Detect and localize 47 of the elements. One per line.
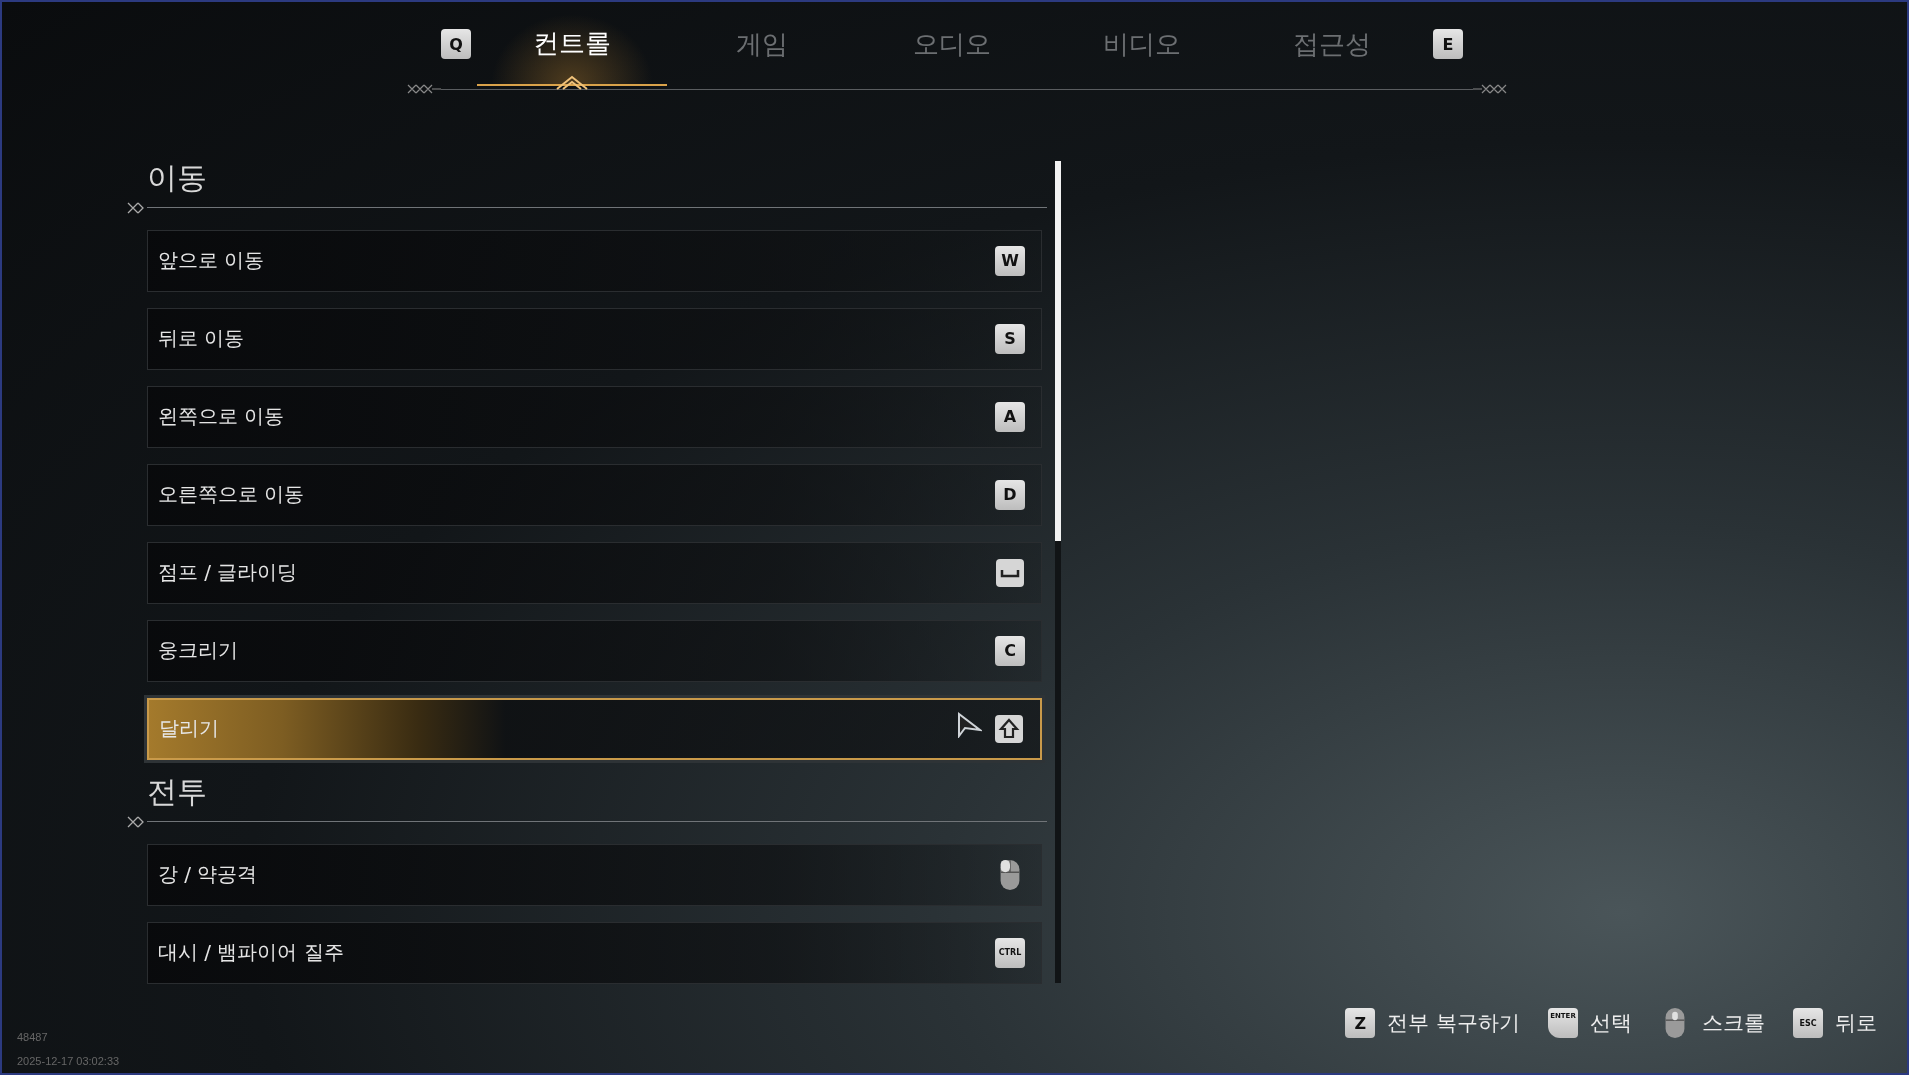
keybinding-row[interactable]: 달리기 <box>147 697 1042 760</box>
hint-label[interactable]: 전부 복구하기 <box>1387 1009 1520 1037</box>
key-cap: C <box>995 635 1025 666</box>
tab[interactable]: 게임 <box>667 2 857 86</box>
keybinding-row[interactable]: 강 / 약공격 <box>147 843 1042 906</box>
diamond-icon <box>555 74 589 90</box>
cursor-icon <box>956 711 982 738</box>
action-label: 오른쪽으로 이동 <box>158 481 305 509</box>
spacebar-key-icon <box>995 556 1025 589</box>
action-label: 웅크리기 <box>158 637 238 665</box>
keybinding-row[interactable]: 웅크리기 C <box>147 619 1042 682</box>
ornament-icon <box>407 83 441 95</box>
previous-tab-key[interactable]: Q <box>441 29 471 59</box>
keybinding-row[interactable]: 오른쪽으로 이동 D <box>147 463 1042 526</box>
key-cap: A <box>995 401 1025 432</box>
action-label: 왼쪽으로 이동 <box>158 403 285 431</box>
hint-label[interactable]: 뒤로 <box>1835 1009 1877 1037</box>
shift-key-icon <box>994 712 1024 745</box>
keybinding-row[interactable]: 왼쪽으로 이동 A <box>147 385 1042 448</box>
section-title: 전투 <box>146 772 208 811</box>
action-label: 뒤로 이동 <box>158 325 245 353</box>
tab[interactable]: 비디오 <box>1047 2 1237 86</box>
key-cap: CTRL <box>995 937 1025 968</box>
action-label: 대시 / 뱀파이어 질주 <box>158 939 344 967</box>
key-cap: W <box>995 245 1025 276</box>
hint-label[interactable]: 스크롤 <box>1702 1009 1765 1037</box>
tab[interactable]: 오디오 <box>857 2 1047 86</box>
key-cap: D <box>995 479 1025 510</box>
action-label: 앞으로 이동 <box>158 247 265 275</box>
tab[interactable]: 접근성 <box>1237 2 1427 86</box>
hint-label[interactable]: 선택 <box>1590 1009 1632 1037</box>
timestamp: 2025-12-17 03:02:33 <box>17 1055 120 1067</box>
key-cap: ESC <box>1793 1008 1823 1038</box>
ornament-icon <box>1473 83 1507 95</box>
action-label: 달리기 <box>159 715 219 743</box>
scrollbar[interactable] <box>1055 160 1061 983</box>
action-label: 점프 / 글라이딩 <box>158 559 298 587</box>
keybinding-row[interactable]: 점프 / 글라이딩 <box>147 541 1042 604</box>
keybinding-row[interactable]: 대시 / 뱀파이어 질주 CTRL <box>147 921 1042 984</box>
keybinding-row[interactable]: 앞으로 이동 W <box>147 229 1042 292</box>
key-cap: S <box>995 323 1025 354</box>
keybinding-row[interactable]: 뒤로 이동 S <box>147 307 1042 370</box>
section-title: 이동 <box>146 158 208 197</box>
build-number: 48487 <box>17 1031 49 1043</box>
next-tab-key[interactable]: E <box>1433 29 1463 59</box>
action-label: 강 / 약공격 <box>158 861 258 889</box>
key-cap: Z <box>1345 1008 1376 1038</box>
